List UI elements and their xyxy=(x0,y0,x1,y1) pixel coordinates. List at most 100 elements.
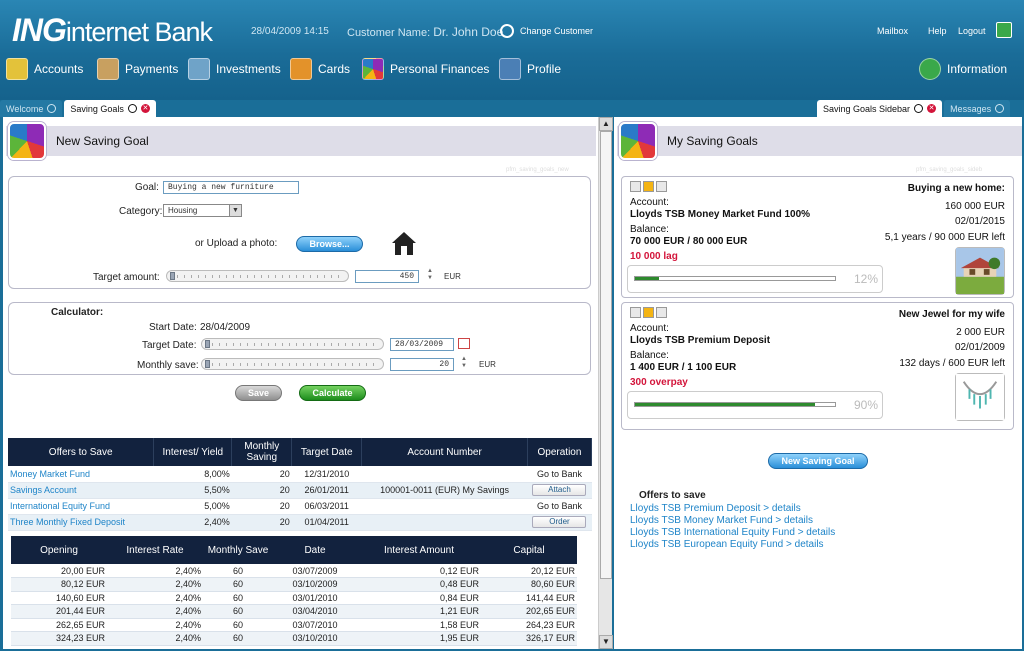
offer-link[interactable]: Lloyds TSB International Equity Fund > d… xyxy=(630,527,835,539)
edit-icon[interactable] xyxy=(643,307,654,318)
table-cell: 01/04/2011 xyxy=(291,514,362,531)
nav-investments[interactable]: Investments xyxy=(188,58,281,80)
view-icon[interactable] xyxy=(630,307,641,318)
table-cell: 03/07/2009 xyxy=(273,564,357,578)
saving-goals-sidebar: My Saving Goals pfm_saving_goals_sideb A… xyxy=(614,117,1022,649)
table-row: Savings Account 5,50% 20 26/01/2011 1000… xyxy=(8,482,592,499)
tab-saving-goals[interactable]: Saving Goals ✕ xyxy=(64,100,156,117)
nav-personal-finances[interactable]: Personal Finances xyxy=(362,58,489,80)
personal-finances-icon xyxy=(362,58,384,80)
slider-handle[interactable] xyxy=(205,340,210,348)
monthly-save-slider[interactable] xyxy=(201,358,384,370)
target-amount-slider[interactable] xyxy=(166,270,349,282)
goal-form: Goal: Buying a new furniture Category: H… xyxy=(8,176,591,289)
new-saving-goal-panel: New Saving Goal pfm_saving_goals_new Goa… xyxy=(3,117,613,649)
monthly-save-stepper[interactable]: ▲ ▼ xyxy=(459,356,469,372)
top-header: INGinternet Bank 28/04/2009 14:15 Custom… xyxy=(0,0,1024,100)
goal-input[interactable]: Buying a new furniture xyxy=(163,181,299,194)
target-date-input[interactable]: 28/03/2009 xyxy=(390,338,454,351)
category-select[interactable]: Housing ▼ xyxy=(163,204,242,217)
offer-link[interactable]: Savings Account xyxy=(8,482,154,499)
mailbox-link[interactable]: Mailbox xyxy=(877,26,908,36)
table-cell: 26/01/2011 xyxy=(291,482,362,499)
nav-accounts[interactable]: Accounts xyxy=(6,58,83,80)
offer-link[interactable]: Lloyds TSB Premium Deposit > details xyxy=(630,503,835,515)
offer-link[interactable]: Three Monthly Fixed Deposit xyxy=(8,514,154,531)
table-cell: 60 xyxy=(203,591,273,605)
table-cell: 12/31/2010 xyxy=(291,466,362,483)
table-cell: 2,40% xyxy=(107,604,203,619)
table-cell: 0,84 EUR xyxy=(357,591,481,605)
tab-saving-goals-sidebar[interactable]: Saving Goals Sidebar ✕ xyxy=(817,100,943,117)
go-to-bank-link[interactable]: Go to Bank xyxy=(527,466,592,483)
necklace-photo xyxy=(955,373,1005,421)
order-button[interactable]: Order xyxy=(532,516,587,528)
calculation-table: Opening Interest Rate Monthly Save Date … xyxy=(11,536,577,646)
new-saving-goal-button[interactable]: New Saving Goal xyxy=(768,453,868,469)
logout-icon[interactable] xyxy=(996,22,1012,38)
delete-icon[interactable] xyxy=(656,181,667,192)
scroll-thumb[interactable] xyxy=(600,131,612,579)
balance-label: Balance: xyxy=(630,350,669,361)
scroll-up-arrow[interactable]: ▲ xyxy=(599,117,613,131)
offer-link[interactable]: Lloyds TSB European Equity Fund > detail… xyxy=(630,539,835,551)
offer-link[interactable]: Lloyds TSB Money Market Fund > details xyxy=(630,515,835,527)
close-icon[interactable]: ✕ xyxy=(927,104,937,113)
operation-cell: Order xyxy=(527,514,592,531)
header-datetime: 28/04/2009 14:15 xyxy=(251,26,329,37)
house-icon xyxy=(392,232,416,255)
save-button[interactable]: Save xyxy=(235,385,282,401)
view-icon[interactable] xyxy=(630,181,641,192)
close-icon[interactable]: ✕ xyxy=(140,104,150,113)
table-cell: 201,44 EUR xyxy=(11,604,107,619)
investments-icon xyxy=(188,58,210,80)
goal-remaining: 132 days / 600 EUR left xyxy=(899,358,1005,369)
table-cell: 0,48 EUR xyxy=(357,577,481,592)
left-scrollbar[interactable]: ▲ ▼ xyxy=(598,117,613,649)
help-link[interactable]: Help xyxy=(928,26,947,36)
target-amount-label: Target amount: xyxy=(93,272,160,283)
table-cell: 324,23 EUR xyxy=(11,631,107,646)
tab-welcome[interactable]: Welcome xyxy=(0,100,63,117)
browse-button[interactable]: Browse... xyxy=(296,236,363,252)
slider-handle[interactable] xyxy=(205,360,210,368)
go-to-bank-link[interactable]: Go to Bank xyxy=(527,498,592,515)
table-cell: 2,40% xyxy=(107,618,203,632)
offer-link[interactable]: Money Market Fund xyxy=(8,466,154,483)
progress-label: 90% xyxy=(853,398,878,412)
tab-messages[interactable]: Messages xyxy=(944,100,1011,117)
logout-link[interactable]: Logout xyxy=(958,26,986,36)
offers-table: Offers to Save Interest/ Yield Monthly S… xyxy=(8,438,593,531)
goal-label: Goal: xyxy=(135,182,159,193)
clock-icon xyxy=(47,104,57,113)
nav-cards[interactable]: Cards xyxy=(290,58,350,80)
table-row: Money Market Fund 8,00% 20 12/31/2010 Go… xyxy=(8,466,592,483)
goal-target: 2 000 EUR xyxy=(956,327,1005,338)
table-cell: 264,23 EUR xyxy=(481,618,577,632)
calculate-button[interactable]: Calculate xyxy=(299,385,366,401)
edit-icon[interactable] xyxy=(643,181,654,192)
nav-payments[interactable]: Payments xyxy=(97,58,178,80)
nav-profile[interactable]: Profile xyxy=(499,58,561,80)
target-amount-input[interactable]: 450 xyxy=(355,270,419,283)
slider-handle[interactable] xyxy=(170,272,175,280)
watermark: pfm_saving_goals_new xyxy=(506,167,569,173)
goal-progress-bar: 90% xyxy=(627,391,883,419)
target-date-label: Target Date: xyxy=(142,340,197,351)
calculator-box: Calculator: Start Date: 28/04/2009 Targe… xyxy=(8,302,591,375)
table-cell: 60 xyxy=(203,564,273,578)
monthly-save-input[interactable]: 20 xyxy=(390,358,454,371)
offer-link[interactable]: International Equity Fund xyxy=(8,498,154,515)
cards-icon xyxy=(290,58,312,80)
goal-account: Lloyds TSB Premium Deposit xyxy=(630,335,771,346)
scroll-down-arrow[interactable]: ▼ xyxy=(599,635,613,649)
target-date-slider[interactable] xyxy=(201,338,384,350)
attach-button[interactable]: Attach xyxy=(532,484,587,496)
table-cell: 1,58 EUR xyxy=(357,618,481,632)
watermark: pfm_saving_goals_sideb xyxy=(916,167,983,173)
delete-icon[interactable] xyxy=(656,307,667,318)
nav-information[interactable]: Information xyxy=(919,58,1007,80)
calendar-icon[interactable] xyxy=(458,338,470,349)
target-amount-stepper[interactable]: ▲ ▼ xyxy=(425,268,435,284)
change-customer-link[interactable]: Change Customer xyxy=(500,24,593,38)
